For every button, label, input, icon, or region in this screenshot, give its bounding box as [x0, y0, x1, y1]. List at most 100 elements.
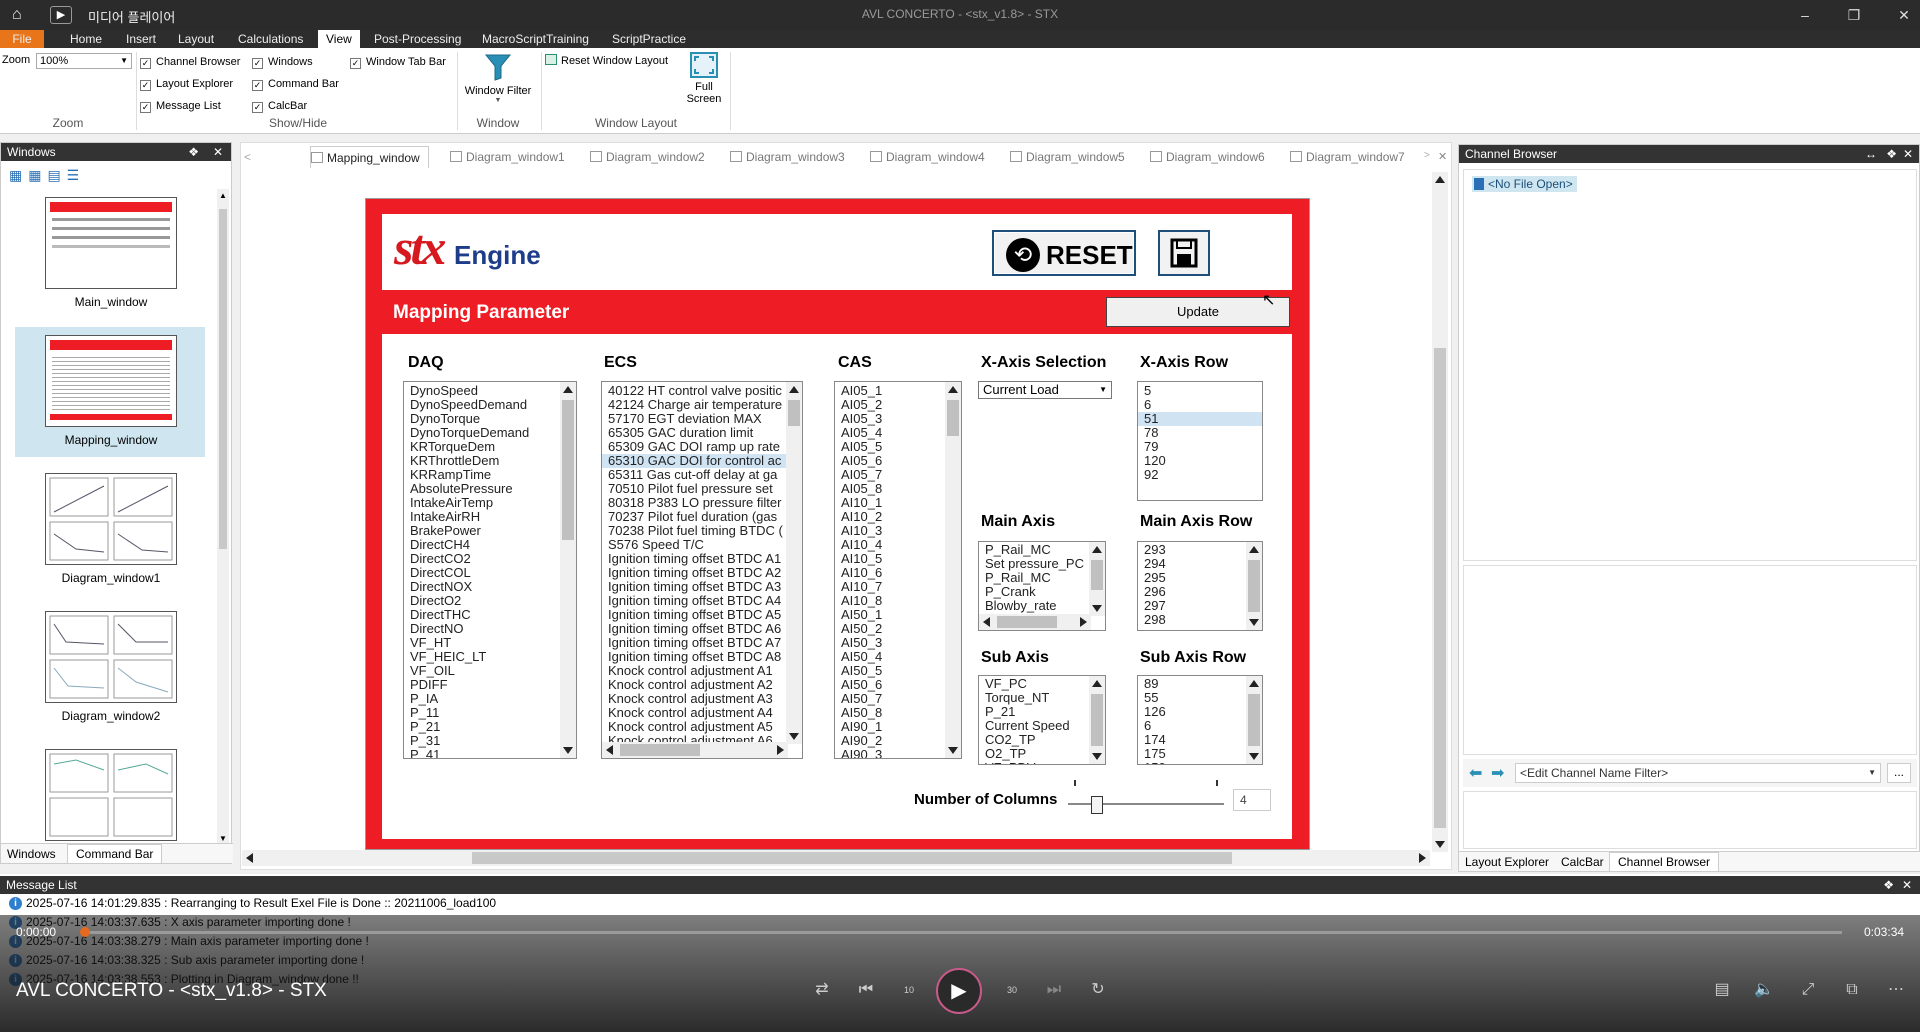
- daq-item[interactable]: KRTorqueDem: [404, 440, 576, 454]
- ecs-item[interactable]: 57170 EGT deviation MAX: [602, 412, 788, 426]
- x-axis-row-item[interactable]: 5: [1138, 384, 1262, 398]
- ecs-item[interactable]: Ignition timing offset BTDC A8: [602, 650, 788, 664]
- sub-axis-item[interactable]: Torque_NT: [979, 691, 1105, 705]
- window-tab-bar-checkbox[interactable]: ✓ Window Tab Bar: [350, 54, 446, 70]
- tab-calcbar[interactable]: CalcBar: [1561, 855, 1604, 869]
- window-filter-button[interactable]: Window Filter ▼: [460, 52, 536, 112]
- ecs-item[interactable]: 70510 Pilot fuel pressure set: [602, 482, 788, 496]
- ecs-item[interactable]: Ignition timing offset BTDC A6: [602, 622, 788, 636]
- cas-item[interactable]: AI10_5: [835, 552, 961, 566]
- ecs-item[interactable]: Ignition timing offset BTDC A7: [602, 636, 788, 650]
- ecs-item[interactable]: 65305 GAC duration limit: [602, 426, 788, 440]
- skip-forward-button[interactable]: 30: [1000, 978, 1024, 1002]
- tab-diagram-window3[interactable]: Diagram_window3: [730, 146, 845, 168]
- tab-diagram-window7[interactable]: Diagram_window7: [1290, 146, 1405, 168]
- sub-axis-listbox[interactable]: VF_PC Torque_NT P_21 Current Speed CO2_TP O2_…: [978, 675, 1106, 765]
- scroll-down-icon[interactable]: [563, 747, 573, 754]
- cas-item[interactable]: AI10_7: [835, 580, 961, 594]
- scroll-right-icon[interactable]: [1419, 853, 1426, 863]
- scroll-up-icon[interactable]: [1435, 176, 1445, 183]
- scroll-thumb[interactable]: [1248, 560, 1260, 612]
- daq-item[interactable]: P_11: [404, 706, 576, 720]
- cas-item[interactable]: AI05_3: [835, 412, 961, 426]
- reset-button[interactable]: ⟲ RESET: [992, 230, 1136, 276]
- cas-listbox[interactable]: AI05_1 AI05_2 AI05_3 AI05_4 AI05_5 AI05_6 AI05…: [834, 381, 962, 759]
- ecs-item[interactable]: 65309 GAC DOI ramp up rate: [602, 440, 788, 454]
- more-options-icon[interactable]: ⋯: [1884, 978, 1908, 1002]
- pin-icon[interactable]: ❖: [1883, 876, 1894, 894]
- cas-item[interactable]: AI50_8: [835, 706, 961, 720]
- x-axis-row-item[interactable]: 120: [1138, 454, 1262, 468]
- scroll-up-icon[interactable]: ▲: [217, 191, 229, 200]
- x-axis-row-item[interactable]: 6: [1138, 398, 1262, 412]
- tab-diagram-window1[interactable]: Diagram_window1: [450, 146, 565, 168]
- pin-icon[interactable]: ❖: [1886, 145, 1897, 163]
- scroll-thumb[interactable]: [1434, 348, 1446, 828]
- cas-item[interactable]: AI05_6: [835, 454, 961, 468]
- scroll-down-icon[interactable]: [1092, 605, 1102, 612]
- ecs-item[interactable]: Knock control adjustment A4: [602, 706, 788, 720]
- scroll-down-icon[interactable]: [948, 747, 958, 754]
- sub-axis-scrollbar[interactable]: [1089, 676, 1105, 764]
- pin-icon[interactable]: ❖: [188, 143, 199, 161]
- daq-item[interactable]: DynoTorque: [404, 412, 576, 426]
- volume-icon[interactable]: 🔈: [1752, 978, 1776, 1002]
- restore-icon[interactable]: ❐: [1842, 6, 1866, 24]
- ecs-hscrollbar[interactable]: [602, 742, 788, 758]
- sub-axis-item[interactable]: Current Speed: [979, 719, 1105, 733]
- tab-diagram-window4[interactable]: Diagram_window4: [870, 146, 985, 168]
- back-arrow-icon[interactable]: ⬅: [1469, 763, 1482, 783]
- cas-item[interactable]: AI50_2: [835, 622, 961, 636]
- cas-item[interactable]: AI90_2: [835, 734, 961, 748]
- menu-post-processing[interactable]: Post-Processing: [366, 30, 469, 48]
- scroll-down-icon[interactable]: [1249, 619, 1259, 626]
- daq-item[interactable]: KRRampTime: [404, 468, 576, 482]
- scroll-thumb[interactable]: [472, 852, 1232, 864]
- cas-item[interactable]: AI05_8: [835, 482, 961, 496]
- daq-item[interactable]: DirectCOL: [404, 566, 576, 580]
- no-file-item[interactable]: <No File Open>: [1472, 176, 1577, 192]
- cas-item[interactable]: AI10_3: [835, 524, 961, 538]
- ecs-listbox[interactable]: 40122 HT control valve positic 42124 Char…: [601, 381, 803, 759]
- thumb-diagram-window3[interactable]: [45, 749, 177, 841]
- main-axis-item[interactable]: Blowby_rate: [979, 599, 1089, 613]
- scroll-right-icon[interactable]: [777, 745, 784, 755]
- x-axis-row-item[interactable]: 78: [1138, 426, 1262, 440]
- daq-item[interactable]: P_IA: [404, 692, 576, 706]
- scroll-down-icon[interactable]: [1092, 753, 1102, 760]
- scroll-up-icon[interactable]: [789, 386, 799, 393]
- main-axis-row-item[interactable]: 295: [1138, 571, 1262, 585]
- next-icon[interactable]: ⏭: [1042, 978, 1066, 1002]
- cas-item[interactable]: AI90_1: [835, 720, 961, 734]
- message-row[interactable]: i 2025-07-16 14:01:29.835 : Rearranging t…: [0, 894, 1920, 913]
- daq-item[interactable]: DynoTorqueDemand: [404, 426, 576, 440]
- sub-axis-row-scrollbar[interactable]: [1246, 676, 1262, 764]
- scroll-down-icon[interactable]: ▼: [217, 834, 229, 843]
- menu-layout[interactable]: Layout: [170, 30, 222, 48]
- sub-axis-row-item[interactable]: 174: [1138, 733, 1262, 747]
- ecs-item[interactable]: 65311 Gas cut-off delay at ga: [602, 468, 788, 482]
- close-icon[interactable]: ✕: [213, 143, 223, 161]
- cas-item[interactable]: AI90_3: [835, 748, 961, 759]
- sub-axis-row-item[interactable]: 6: [1138, 719, 1262, 733]
- channel-browser-checkbox[interactable]: ✓ Channel Browser: [140, 54, 240, 70]
- x-axis-row-listbox[interactable]: 5 6 51 78 79 120 92: [1137, 381, 1263, 501]
- daq-item[interactable]: DynoSpeedDemand: [404, 398, 576, 412]
- scrollbar[interactable]: ▲ ▼: [217, 189, 229, 845]
- main-axis-listbox[interactable]: P_Rail_MC Set pressure_PC P_Rail_MC P_Crank…: [978, 541, 1106, 631]
- sub-axis-item[interactable]: O2_TP: [979, 747, 1105, 761]
- ecs-item[interactable]: 70237 Pilot fuel duration (gas: [602, 510, 788, 524]
- main-axis-item[interactable]: Set pressure_PC: [979, 557, 1089, 571]
- skip-back-button[interactable]: 10: [897, 978, 921, 1002]
- scroll-thumb[interactable]: [1248, 694, 1260, 746]
- menu-file[interactable]: File: [0, 30, 44, 48]
- scroll-thumb[interactable]: [1091, 694, 1103, 746]
- close-icon[interactable]: ✕: [1903, 145, 1913, 163]
- scroll-down-icon[interactable]: [1249, 753, 1259, 760]
- scroll-up-icon[interactable]: [563, 386, 573, 393]
- scroll-up-icon[interactable]: [1249, 546, 1259, 553]
- scroll-thumb[interactable]: [562, 400, 574, 540]
- close-icon[interactable]: ✕: [1892, 6, 1916, 24]
- daq-item[interactable]: IntakeAirTemp: [404, 496, 576, 510]
- daq-item[interactable]: DirectCO2: [404, 552, 576, 566]
